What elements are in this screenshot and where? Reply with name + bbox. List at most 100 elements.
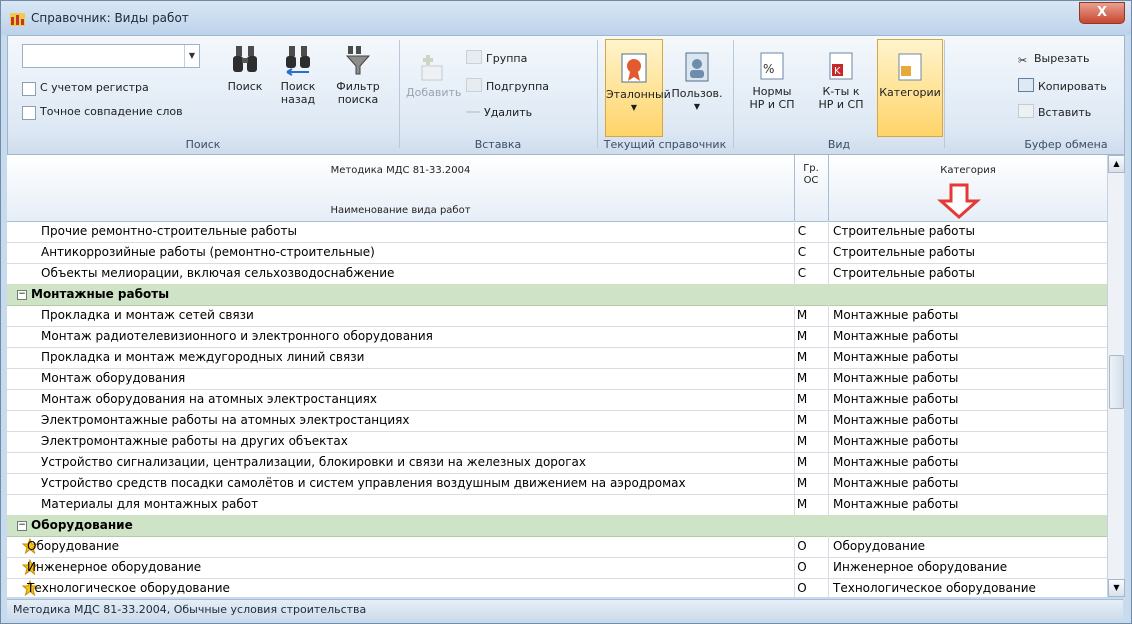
table-row[interactable]: Электромонтажные работы на атомных элект… xyxy=(7,410,1107,432)
cell-divider xyxy=(828,431,829,452)
table-row[interactable]: Прочие ремонтно-строительные работы С Стро… xyxy=(7,221,1107,243)
category-cell: Монтажные работы xyxy=(833,329,959,343)
header-group-os-1[interactable]: Гр. xyxy=(794,163,828,174)
category-cell: Монтажные работы xyxy=(833,476,959,490)
reference-button[interactable]: Эталонный ▼ xyxy=(605,39,671,137)
filter-button[interactable]: Фильтр поиска xyxy=(330,44,386,106)
work-name-cell: Монтаж оборудования на атомных электрост… xyxy=(41,392,377,406)
group-os-cell: М xyxy=(796,455,808,469)
table-row[interactable]: Монтаж оборудования на атомных электрост… xyxy=(7,389,1107,411)
table-row[interactable]: Технологическое оборудование О Технологиче… xyxy=(7,578,1107,597)
ribbon: ▼ С учетом регистра Точное совпадение сл… xyxy=(7,35,1125,155)
table-row[interactable]: Объекты мелиорации, включая сельхозводос… xyxy=(7,263,1107,285)
header-category[interactable]: Категория xyxy=(829,165,1107,176)
group-row[interactable]: − Оборудование xyxy=(7,515,1107,537)
cell-divider xyxy=(828,473,829,494)
table-row[interactable]: Прокладка и монтаж междугородных линий с… xyxy=(7,347,1107,369)
delete-button[interactable]: Удалить xyxy=(466,106,532,119)
copy-button[interactable]: Копировать xyxy=(1018,78,1107,93)
table-row[interactable]: Антикоррозийные работы (ремонтно-строите… xyxy=(7,242,1107,264)
cell-divider xyxy=(828,536,829,557)
work-name-cell: Инженерное оборудование xyxy=(27,560,202,574)
insert-group-label: Вставка xyxy=(474,138,522,151)
view-group-label: Вид xyxy=(827,138,851,151)
header-work-name[interactable]: Наименование вида работ xyxy=(7,205,794,216)
category-cell: Монтажные работы xyxy=(833,350,959,364)
paste-button[interactable]: Вставить xyxy=(1018,104,1091,119)
scroll-down-icon[interactable]: ▼ xyxy=(1108,579,1125,597)
user-reference-label: Пользов. xyxy=(671,87,723,100)
norms-label1: Нормы xyxy=(752,85,792,98)
match-case-checkbox[interactable] xyxy=(22,82,36,96)
categories-button[interactable]: Категории xyxy=(877,39,943,137)
find-back-button[interactable]: Поиск назад xyxy=(276,44,320,106)
work-name-cell: Оборудование xyxy=(27,539,119,553)
header-group-os-2: ОС xyxy=(803,175,819,186)
group-os-cell: М xyxy=(796,350,808,364)
table-row[interactable]: Монтаж оборудования М Монтажные работы xyxy=(7,368,1107,390)
category-cell: Строительные работы xyxy=(833,245,975,259)
group-os-cell: С xyxy=(797,224,807,238)
search-combo[interactable]: ▼ xyxy=(22,44,200,68)
group-os-cell: С xyxy=(797,245,807,259)
cell-divider xyxy=(828,242,829,263)
certificate-icon xyxy=(621,53,647,83)
match-case-label: С учетом регистра xyxy=(40,81,149,94)
table-row[interactable]: Материалы для монтажных работ М Монтажные … xyxy=(7,494,1107,516)
find-button[interactable]: Поиск xyxy=(223,44,267,93)
work-name-cell: Монтаж оборудования xyxy=(41,371,186,385)
whole-word-checkbox[interactable] xyxy=(22,106,36,120)
cut-label: Вырезать xyxy=(1034,52,1090,65)
add-icon xyxy=(421,55,443,81)
collapse-icon[interactable]: − xyxy=(17,290,27,300)
add-button[interactable]: Добавить xyxy=(406,52,461,99)
work-name-cell: Устройство сигнализации, централизации, … xyxy=(41,455,587,469)
close-button[interactable]: X xyxy=(1079,2,1125,24)
table-row[interactable]: Устройство средств посадки самолётов и с… xyxy=(7,473,1107,495)
group-row[interactable]: − Монтажные работы xyxy=(7,284,1107,306)
group-button[interactable]: Группа xyxy=(466,50,527,65)
scissors-icon: ✂ xyxy=(1018,54,1028,67)
work-name-cell: Прокладка и монтаж междугородных линий с… xyxy=(41,350,365,364)
table-row[interactable]: Прокладка и монтаж сетей связи М Монтажные… xyxy=(7,305,1107,327)
group-os-cell: М xyxy=(796,476,808,490)
table-row[interactable]: Оборудование О Оборудование xyxy=(7,536,1107,558)
collapse-icon[interactable]: − xyxy=(17,521,27,531)
cut-button[interactable]: ✂ Вырезать xyxy=(1018,52,1090,67)
table-row[interactable]: Инженерное оборудование О Инженерное обору… xyxy=(7,557,1107,579)
whole-word-label: Точное совпадение слов xyxy=(40,105,183,118)
cell-divider xyxy=(828,494,829,515)
group-os-cell: М xyxy=(796,371,808,385)
table-row[interactable]: Монтаж радиотелевизионного и электронног… xyxy=(7,326,1107,348)
chevron-down-icon[interactable]: ▼ xyxy=(184,45,199,67)
coefficients-button[interactable]: K К-ты к НР и СП xyxy=(812,51,870,111)
table-row[interactable]: Устройство сигнализации, централизации, … xyxy=(7,452,1107,474)
table-row[interactable]: Электромонтажные работы на других объект… xyxy=(7,431,1107,453)
find-button-label: Поиск xyxy=(227,80,263,93)
delete-button-label: Удалить xyxy=(484,106,533,119)
current-group-label: Текущий справочник xyxy=(603,138,727,151)
user-reference-button[interactable]: Пользов. ▼ xyxy=(669,51,725,113)
vertical-scrollbar[interactable]: ▲ ▼ xyxy=(1107,155,1125,597)
subgroup-icon xyxy=(466,78,482,92)
scroll-thumb[interactable] xyxy=(1109,355,1124,409)
work-types-grid: Методика МДС 81-33.2004 Наименование вид… xyxy=(7,155,1107,597)
category-cell: Монтажные работы xyxy=(833,497,959,511)
group-os-cell: О xyxy=(797,539,807,553)
percent-table-icon: % xyxy=(760,52,784,80)
scroll-up-icon[interactable]: ▲ xyxy=(1108,155,1125,173)
header-divider xyxy=(828,155,829,221)
work-name-cell: Прочие ремонтно-строительные работы xyxy=(41,224,297,238)
status-bar: Методика МДС 81-33.2004, Обычные условия… xyxy=(7,599,1123,620)
subgroup-button[interactable]: Подгруппа xyxy=(466,78,549,93)
clipboard-group-label: Буфер обмена xyxy=(1024,138,1108,151)
separator xyxy=(597,40,598,148)
find-back-label1: Поиск xyxy=(280,80,316,93)
norms-button[interactable]: % Нормы НР и СП xyxy=(743,51,801,111)
window-title: Справочник: Виды работ xyxy=(31,11,189,25)
reference-label: Эталонный xyxy=(606,88,671,101)
title-bar: Справочник: Виды работ X xyxy=(1,1,1131,35)
grid-header: Методика МДС 81-33.2004 Наименование вид… xyxy=(7,155,1107,222)
cell-divider xyxy=(828,389,829,410)
category-cell: Технологическое оборудование xyxy=(833,581,1036,595)
